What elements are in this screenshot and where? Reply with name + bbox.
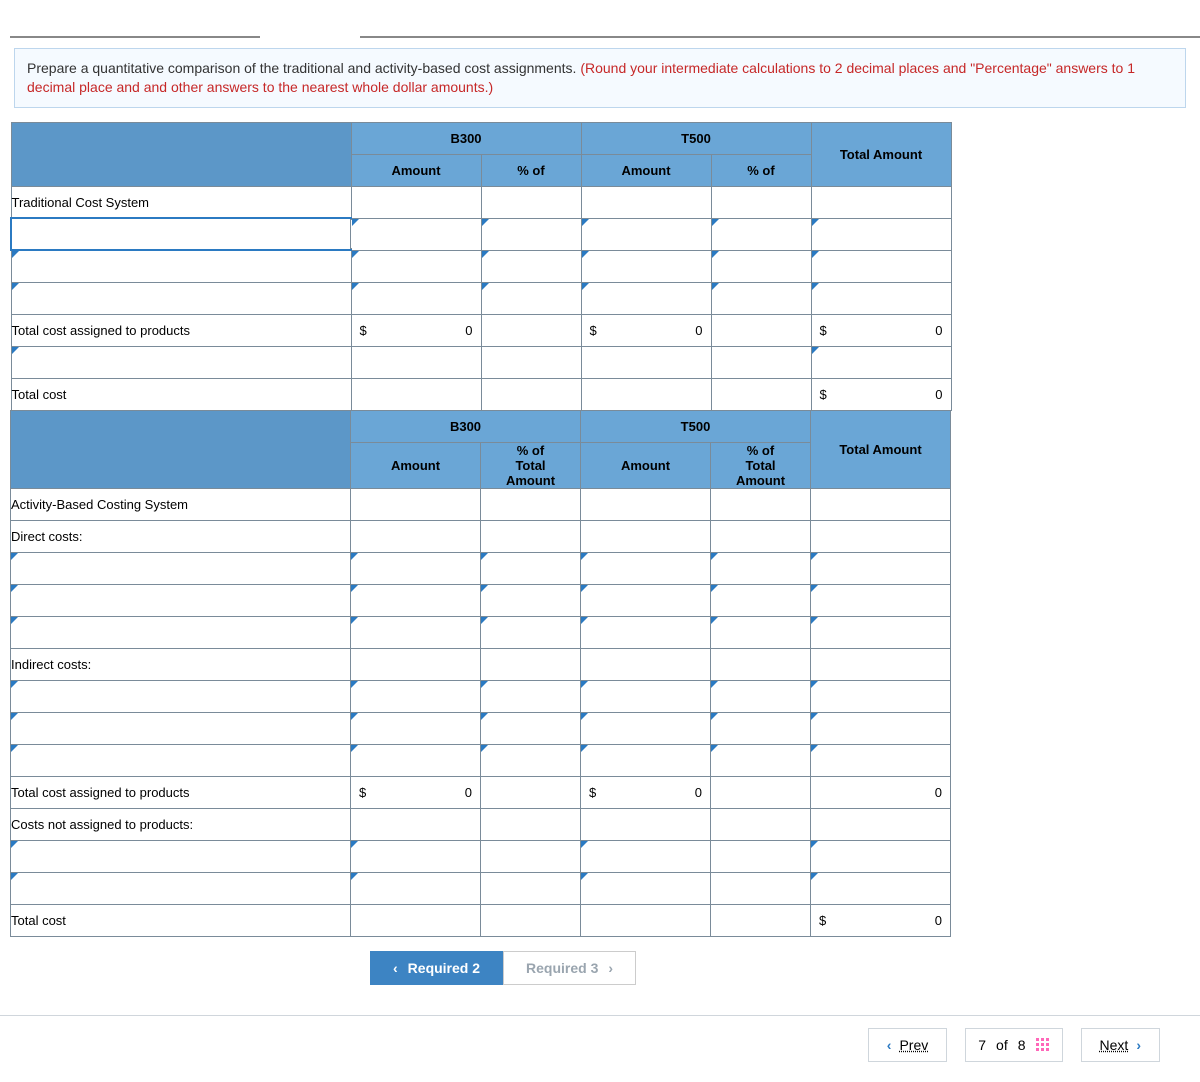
grid-icon — [1036, 1038, 1050, 1052]
prev-label: Prev — [899, 1037, 928, 1053]
hdr-total-amount: Total Amount — [811, 122, 951, 186]
hdr-t500-pct: % of — [711, 154, 811, 186]
hdr2-t500-amount: Amount — [581, 442, 711, 488]
row-costs-not-assigned-label: Costs not assigned to products: — [11, 808, 351, 840]
row-direct-1[interactable] — [11, 552, 351, 584]
row-indirect-1[interactable] — [11, 680, 351, 712]
hdr2-total-amount: Total Amount — [811, 410, 951, 488]
context-tab-left — [10, 0, 260, 38]
cell-t500-pct-1[interactable] — [711, 218, 811, 250]
row-select-1[interactable]: ▼ — [11, 218, 351, 250]
hdr-t500-amount: Amount — [581, 154, 711, 186]
required-3-label: Required 3 — [526, 960, 598, 976]
row-notassigned-2[interactable] — [11, 872, 351, 904]
hdr-t500: T500 — [581, 122, 811, 154]
cell-total-1[interactable] — [811, 218, 951, 250]
chevron-left-icon: ‹ — [393, 960, 398, 976]
cell-b300-amt-1[interactable] — [351, 218, 481, 250]
row-total-cost-label: Total cost — [11, 378, 351, 410]
required-3-tab[interactable]: Required 3 › — [503, 951, 636, 985]
prev-button[interactable]: ‹ Prev — [868, 1028, 947, 1062]
next-label: Next — [1100, 1037, 1129, 1053]
cell-b300-pct-1[interactable] — [481, 218, 581, 250]
chevron-right-icon: › — [608, 960, 613, 976]
chevron-left-icon: ‹ — [887, 1037, 892, 1053]
required-tabs: ‹ Required 2 Required 3 › — [370, 951, 1200, 985]
hdr-b300: B300 — [351, 122, 581, 154]
row-abc-total-assigned-label: Total cost assigned to products — [11, 776, 351, 808]
cell-t500-pct-2[interactable] — [711, 250, 811, 282]
abc-table: B300 T500 Total Amount Amount % of Total… — [10, 410, 951, 937]
row-direct-3[interactable] — [11, 616, 351, 648]
hdr2-b300-pct: % of Total Amount — [481, 442, 581, 488]
instructions-text: Prepare a quantitative comparison of the… — [27, 60, 580, 76]
cell-b300-amt-3[interactable] — [351, 282, 481, 314]
row-direct-2[interactable] — [11, 584, 351, 616]
cell-extra-total-1[interactable] — [811, 346, 951, 378]
cell-t500-amt-3[interactable] — [581, 282, 711, 314]
hdr2-b300-amount: Amount — [351, 442, 481, 488]
row-abc-label: Activity-Based Costing System — [11, 488, 351, 520]
next-button[interactable]: Next › — [1081, 1028, 1160, 1062]
row-total-assigned-label: Total cost assigned to products — [11, 314, 351, 346]
hdr-b300-pct: % of — [481, 154, 581, 186]
traditional-table: B300 T500 Total Amount Amount % of Amoun… — [10, 122, 952, 411]
cell-abc-total-cost: $0 — [811, 904, 951, 936]
cell-b300-amt-2[interactable] — [351, 250, 481, 282]
bottom-nav: ‹ Prev 7 of 8 Next › — [0, 1015, 1200, 1082]
row-traditional-label: Traditional Cost System — [11, 186, 351, 218]
cell-total-2[interactable] — [811, 250, 951, 282]
row-direct-label: Direct costs: — [11, 520, 351, 552]
cell-t500-total-assigned: $0 — [581, 314, 711, 346]
hdr2-blank — [11, 410, 351, 488]
chevron-right-icon: › — [1136, 1037, 1141, 1053]
page-total: 8 — [1018, 1037, 1026, 1053]
row-select-3[interactable] — [11, 282, 351, 314]
hdr2-t500-pct: % of Total Amount — [711, 442, 811, 488]
row-extra-1[interactable] — [11, 346, 351, 378]
cell-t500-pct-3[interactable] — [711, 282, 811, 314]
hdr-b300-amount: Amount — [351, 154, 481, 186]
row-select-2[interactable] — [11, 250, 351, 282]
cell-abc-t500-total-assigned: $0 — [581, 776, 711, 808]
cell-b300-pct-2[interactable] — [481, 250, 581, 282]
hdr2-t500: T500 — [581, 410, 811, 442]
row-notassigned-1[interactable] — [11, 840, 351, 872]
instructions-box: Prepare a quantitative comparison of the… — [14, 48, 1186, 108]
cell-abc-total-assigned: 0 — [811, 776, 951, 808]
required-2-label: Required 2 — [408, 960, 480, 976]
hdr-blank — [11, 122, 351, 186]
context-tab-right — [360, 0, 1200, 38]
required-2-tab[interactable]: ‹ Required 2 — [370, 951, 503, 985]
cell-abc-b300-total-assigned: $0 — [351, 776, 481, 808]
page-of: of — [996, 1037, 1008, 1053]
row-indirect-label: Indirect costs: — [11, 648, 351, 680]
cell-t500-amt-2[interactable] — [581, 250, 711, 282]
page-current: 7 — [978, 1037, 986, 1053]
row-abc-total-cost-label: Total cost — [11, 904, 351, 936]
cell-total-3[interactable] — [811, 282, 951, 314]
cell-b300-total-assigned: $0 — [351, 314, 481, 346]
row-indirect-3[interactable] — [11, 744, 351, 776]
cell-total-cost: $0 — [811, 378, 951, 410]
page-indicator[interactable]: 7 of 8 — [965, 1028, 1062, 1062]
cell-total-assigned: $0 — [811, 314, 951, 346]
hdr2-b300: B300 — [351, 410, 581, 442]
row-indirect-2[interactable] — [11, 712, 351, 744]
cell-b300-pct-3[interactable] — [481, 282, 581, 314]
cell-t500-amt-1[interactable] — [581, 218, 711, 250]
